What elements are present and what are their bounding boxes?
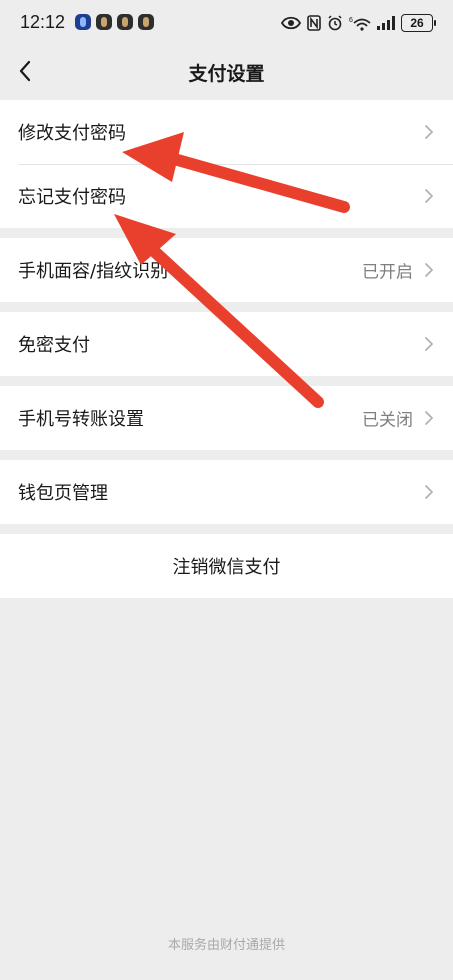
alarm-icon: [328, 15, 342, 31]
nav-bar: 支付设置: [0, 46, 453, 98]
chevron-right-icon: [425, 189, 433, 203]
wifi-icon: 6: [349, 17, 371, 31]
status-time: 12:12: [20, 12, 66, 32]
chevron-right-icon: [425, 411, 433, 425]
password-free-payment-row[interactable]: 免密支付: [0, 312, 453, 376]
notification-icons: [75, 14, 154, 30]
forgot-pay-password-row[interactable]: 忘记支付密码: [0, 164, 453, 228]
chevron-right-icon: [425, 485, 433, 499]
chevron-right-icon: [425, 125, 433, 139]
chevron-right-icon: [425, 263, 433, 277]
cancel-wechat-pay-button[interactable]: 注销微信支付: [0, 534, 453, 598]
status-bar: 12:12 6 26: [0, 0, 453, 46]
app-notification-icon: [75, 14, 91, 30]
password-settings-group: 修改支付密码 忘记支付密码: [0, 100, 453, 228]
app-notification-icon: [138, 14, 154, 30]
app-notification-icon: [96, 14, 112, 30]
change-pay-password-row[interactable]: 修改支付密码: [0, 100, 453, 164]
row-label: 免密支付: [18, 335, 90, 356]
row-label: 钱包页管理: [18, 483, 108, 504]
biometric-group: 手机面容/指纹识别 已开启: [0, 238, 453, 302]
signal-icon: [377, 16, 395, 30]
wallet-page-group: 钱包页管理: [0, 460, 453, 524]
row-label: 手机面容/指纹识别: [18, 261, 169, 282]
phone-transfer-group: 手机号转账设置 已关闭: [0, 386, 453, 450]
row-label: 手机号转账设置: [18, 409, 144, 430]
status-indicators: 6 26: [281, 12, 436, 34]
row-label: 修改支付密码: [18, 123, 126, 144]
wallet-page-management-row[interactable]: 钱包页管理: [0, 460, 453, 524]
battery-icon: 26: [401, 14, 436, 32]
battery-level: 26: [410, 16, 424, 30]
chevron-right-icon: [425, 337, 433, 351]
app-notification-icon: [117, 14, 133, 30]
status-value: 已开启: [362, 262, 413, 283]
footer-note: 本服务由财付通提供: [167, 938, 285, 953]
page-title: 支付设置: [188, 63, 265, 85]
password-free-group: 免密支付: [0, 312, 453, 376]
status-value: 已关闭: [362, 410, 413, 431]
network-label: 6: [349, 17, 353, 24]
cancel-pay-group: 注销微信支付: [0, 534, 453, 598]
phone-transfer-settings-row[interactable]: 手机号转账设置 已关闭: [0, 386, 453, 450]
cancel-wechat-pay-label: 注销微信支付: [172, 557, 281, 578]
nfc-icon: [307, 15, 321, 31]
face-fingerprint-row[interactable]: 手机面容/指纹识别 已开启: [0, 238, 453, 302]
row-label: 忘记支付密码: [18, 187, 126, 208]
eye-icon: [281, 16, 301, 30]
